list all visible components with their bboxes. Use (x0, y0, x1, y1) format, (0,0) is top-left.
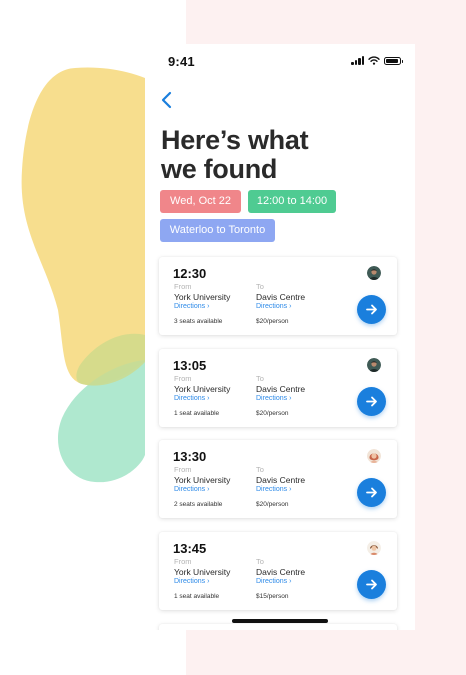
select-ride-button[interactable] (357, 478, 386, 507)
from-place: York University (174, 475, 231, 485)
to-place: Davis Centre (256, 567, 306, 577)
avatar-female-red-hair-icon (367, 449, 381, 463)
to-directions-link[interactable]: Directions › (256, 303, 291, 310)
from-label: From (174, 465, 192, 474)
from-place: York University (174, 292, 231, 302)
arrow-right-icon (366, 396, 377, 407)
from-label: From (174, 282, 192, 291)
ride-card[interactable]: 13:45 From York University Directions › … (159, 532, 397, 610)
back-arrow-icon[interactable] (159, 90, 177, 110)
ride-time: 12:30 (173, 266, 207, 281)
to-directions-link[interactable]: Directions › (256, 395, 291, 402)
ride-card[interactable]: 12:30 From York University Directions › … (159, 257, 397, 335)
battery-icon (384, 56, 403, 65)
to-place: Davis Centre (256, 475, 306, 485)
phone-screen: 9:41 Here’s what we found Wed, Oct 22 12… (145, 44, 415, 630)
from-place: York University (174, 567, 231, 577)
ride-time: 13:45 (173, 541, 207, 556)
status-bar: 9:41 (145, 44, 415, 78)
to-place: Davis Centre (256, 384, 306, 394)
to-label: To (256, 374, 264, 383)
route-filter-tag[interactable]: Waterloo to Toronto (160, 219, 275, 242)
to-directions-link[interactable]: Directions › (256, 486, 291, 493)
avatar-male-dark-icon (367, 358, 381, 372)
ride-time: 13:05 (173, 358, 207, 373)
select-ride-button[interactable] (357, 387, 386, 416)
status-time: 9:41 (168, 54, 195, 69)
from-directions-link[interactable]: Directions › (174, 578, 209, 585)
seats-available: 3 seats available (174, 318, 223, 325)
to-place: Davis Centre (256, 292, 306, 302)
price: $15/person (256, 593, 289, 600)
select-ride-button[interactable] (357, 295, 386, 324)
from-place: York University (174, 384, 231, 394)
arrow-right-icon (366, 304, 377, 315)
to-label: To (256, 282, 264, 291)
avatar-male-dark-icon (367, 266, 381, 280)
status-icons (351, 56, 403, 65)
ride-card[interactable]: 13:05 From York University Directions › … (159, 349, 397, 427)
arrow-right-icon (366, 579, 377, 590)
seats-available: 2 seats available (174, 501, 223, 508)
seats-available: 1 seat available (174, 410, 220, 417)
to-label: To (256, 557, 264, 566)
arrow-right-icon (366, 487, 377, 498)
from-label: From (174, 374, 192, 383)
date-filter-tag[interactable]: Wed, Oct 22 (160, 190, 241, 213)
from-directions-link[interactable]: Directions › (174, 303, 209, 310)
select-ride-button[interactable] (357, 570, 386, 599)
from-directions-link[interactable]: Directions › (174, 486, 209, 493)
avatar-female-light-icon (367, 541, 381, 555)
time-filter-tag[interactable]: 12:00 to 14:00 (248, 190, 336, 213)
ride-card-partial[interactable] (159, 624, 397, 630)
to-directions-link[interactable]: Directions › (256, 578, 291, 585)
ride-time: 13:30 (173, 449, 207, 464)
price: $20/person (256, 501, 289, 508)
price: $20/person (256, 410, 289, 417)
ride-card[interactable]: 13:30 From York University Directions › … (159, 440, 397, 518)
to-label: To (256, 465, 264, 474)
page-title: Here’s what we found (161, 125, 309, 184)
wifi-icon (368, 56, 380, 65)
seats-available: 1 seat available (174, 593, 220, 600)
title-line-1: Here’s what (161, 125, 309, 155)
home-indicator (232, 619, 328, 623)
signal-icon (351, 56, 364, 65)
from-label: From (174, 557, 192, 566)
price: $20/person (256, 318, 289, 325)
from-directions-link[interactable]: Directions › (174, 395, 209, 402)
title-line-2: we found (161, 154, 278, 184)
